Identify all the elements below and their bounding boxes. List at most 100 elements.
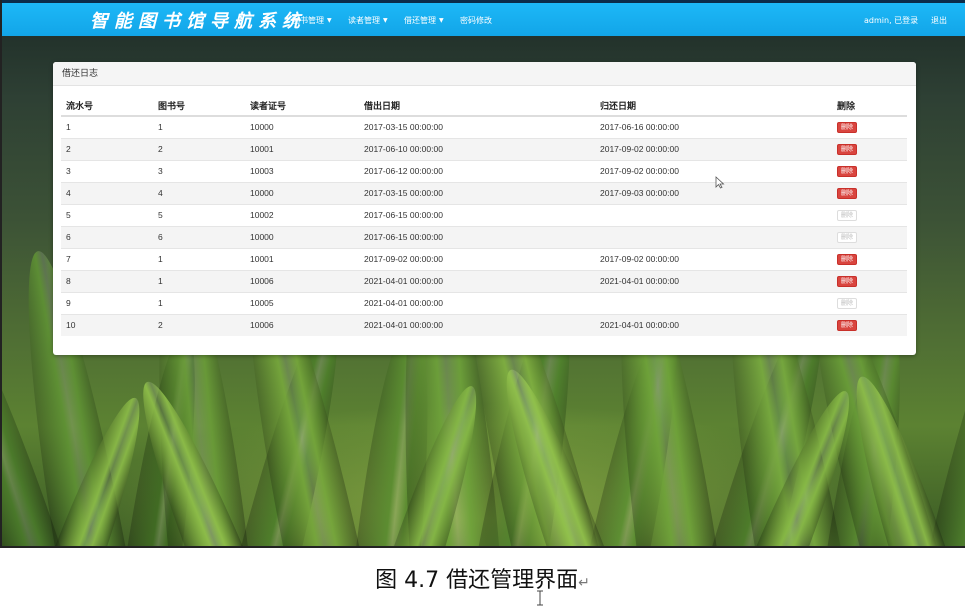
caret-down-icon: ▼ (439, 17, 444, 24)
nav-password-change[interactable]: 密码修改 (460, 12, 492, 30)
navbar: 智能图书馆导航系统 图书管理 ▼ 读者管理 ▼ 借还管理 ▼ 密码修改 admin, … (2, 0, 965, 36)
column-header-book: 图书号 (153, 95, 245, 117)
delete-button[interactable]: 删除 (837, 210, 857, 221)
column-header-lend-date: 借出日期 (359, 95, 595, 117)
cell-delete: 删除 (832, 203, 907, 226)
cell-delete: 删除 (832, 159, 907, 182)
column-header-serial: 流水号 (61, 95, 153, 117)
nav-password-change-label: 密码修改 (460, 16, 492, 25)
cell-delete: 删除 (832, 181, 907, 204)
cell-book: 1 (153, 247, 245, 270)
nav-borrow-management-label: 借还管理 (404, 16, 436, 25)
cell-delete: 删除 (832, 247, 907, 270)
column-header-reader: 读者证号 (245, 95, 359, 117)
borrow-log-table: 流水号 图书号 读者证号 借出日期 归还日期 删除 1 1 10000 2017-03… (61, 95, 907, 336)
cell-delete: 删除 (832, 269, 907, 292)
nav-reader-management[interactable]: 读者管理 ▼ (348, 12, 388, 30)
table-row: 4 4 10000 2017-03-15 00:00:00 2017-09-03 00:… (61, 181, 907, 204)
delete-button[interactable]: 删除 (837, 298, 857, 309)
cell-serial: 4 (61, 181, 153, 204)
delete-button[interactable]: 删除 (837, 320, 857, 332)
cell-serial: 2 (61, 137, 153, 160)
cell-lend-date: 2017-09-02 00:00:00 (359, 247, 595, 270)
cell-lend-date: 2021-04-01 00:00:00 (359, 313, 595, 336)
cell-return-date: 2017-06-16 00:00:00 (595, 115, 832, 138)
cell-lend-date: 2017-03-15 00:00:00 (359, 115, 595, 138)
user-status: admin, 已登录 (864, 16, 919, 25)
cell-return-date (595, 203, 832, 226)
table-row: 6 6 10000 2017-06-15 00:00:00 删除 (61, 225, 907, 248)
table-row: 10 2 10006 2021-04-01 00:00:00 2021-04-01 00… (61, 313, 907, 336)
cell-book: 3 (153, 159, 245, 182)
cell-serial: 3 (61, 159, 153, 182)
cell-serial: 7 (61, 247, 153, 270)
table-header-row: 流水号 图书号 读者证号 借出日期 归还日期 删除 (61, 95, 907, 117)
cell-lend-date: 2017-06-15 00:00:00 (359, 203, 595, 226)
cell-reader: 10000 (245, 115, 359, 138)
nav-book-management[interactable]: 图书管理 ▼ (292, 12, 332, 30)
cell-return-date: 2021-04-01 00:00:00 (595, 313, 832, 336)
delete-button[interactable]: 删除 (837, 188, 857, 199)
cell-lend-date: 2021-04-01 00:00:00 (359, 269, 595, 292)
cell-return-date (595, 225, 832, 248)
delete-button[interactable]: 删除 (837, 276, 857, 287)
cell-book: 5 (153, 203, 245, 226)
cell-book: 2 (153, 137, 245, 160)
cell-lend-date: 2017-06-15 00:00:00 (359, 225, 595, 248)
cell-lend-date: 2021-04-01 00:00:00 (359, 291, 595, 314)
cell-delete: 删除 (832, 225, 907, 248)
text-cursor-icon (537, 590, 543, 606)
figure-caption: 图 4.7 借还管理界面↵ (0, 562, 965, 594)
cell-serial: 6 (61, 225, 153, 248)
cell-return-date (595, 291, 832, 314)
cell-book: 6 (153, 225, 245, 248)
panel-title: 借还日志 (53, 62, 916, 86)
cell-reader: 10006 (245, 313, 359, 336)
cell-reader: 10001 (245, 137, 359, 160)
brand-title[interactable]: 智能图书馆导航系统 (90, 7, 306, 37)
cell-delete: 删除 (832, 313, 907, 336)
borrow-log-panel: 借还日志 流水号 图书号 读者证号 借出日期 归还日期 删除 1 1 10000 20… (53, 62, 916, 355)
cell-serial: 8 (61, 269, 153, 292)
delete-button[interactable]: 删除 (837, 232, 857, 243)
cell-reader: 10000 (245, 181, 359, 204)
nav-book-management-label: 图书管理 (292, 16, 324, 25)
cell-book: 4 (153, 181, 245, 204)
cell-return-date: 2017-09-02 00:00:00 (595, 159, 832, 182)
delete-button[interactable]: 删除 (837, 144, 857, 155)
table-row: 8 1 10006 2021-04-01 00:00:00 2021-04-01 00:… (61, 269, 907, 292)
table-row: 2 2 10001 2017-06-10 00:00:00 2017-09-02 00:… (61, 137, 907, 160)
cell-return-date: 2017-09-02 00:00:00 (595, 247, 832, 270)
cell-return-date: 2017-09-03 00:00:00 (595, 181, 832, 204)
app-screenshot: 智能图书馆导航系统 图书管理 ▼ 读者管理 ▼ 借还管理 ▼ 密码修改 admin, … (0, 0, 965, 548)
delete-button[interactable]: 删除 (837, 122, 857, 134)
cell-delete: 删除 (832, 137, 907, 160)
cell-reader: 10003 (245, 159, 359, 182)
table-row: 9 1 10005 2021-04-01 00:00:00 删除 (61, 291, 907, 314)
table-row: 7 1 10001 2017-09-02 00:00:00 2017-09-02 00:… (61, 247, 907, 270)
caption-text: 图 4.7 借还管理界面 (375, 568, 579, 593)
logout-link[interactable]: 退出 (931, 12, 947, 30)
delete-button[interactable]: 删除 (837, 254, 857, 265)
cell-reader: 10005 (245, 291, 359, 314)
return-mark-icon: ↵ (578, 575, 590, 591)
column-header-return-date: 归还日期 (595, 95, 832, 117)
nav-reader-management-label: 读者管理 (348, 16, 380, 25)
caret-down-icon: ▼ (383, 17, 388, 24)
cell-serial: 5 (61, 203, 153, 226)
cell-book: 2 (153, 313, 245, 336)
cell-book: 1 (153, 269, 245, 292)
cell-reader: 10002 (245, 203, 359, 226)
cell-book: 1 (153, 115, 245, 138)
mouse-cursor-icon (715, 176, 725, 189)
delete-button[interactable]: 删除 (837, 166, 857, 177)
cell-delete: 删除 (832, 115, 907, 138)
table-row: 3 3 10003 2017-06-12 00:00:00 2017-09-02 00:… (61, 159, 907, 182)
cell-return-date: 2017-09-02 00:00:00 (595, 137, 832, 160)
cell-book: 1 (153, 291, 245, 314)
nav-borrow-management[interactable]: 借还管理 ▼ (404, 12, 444, 30)
cell-serial: 10 (61, 313, 153, 336)
caret-down-icon: ▼ (327, 17, 332, 24)
cell-lend-date: 2017-06-12 00:00:00 (359, 159, 595, 182)
cell-serial: 9 (61, 291, 153, 314)
